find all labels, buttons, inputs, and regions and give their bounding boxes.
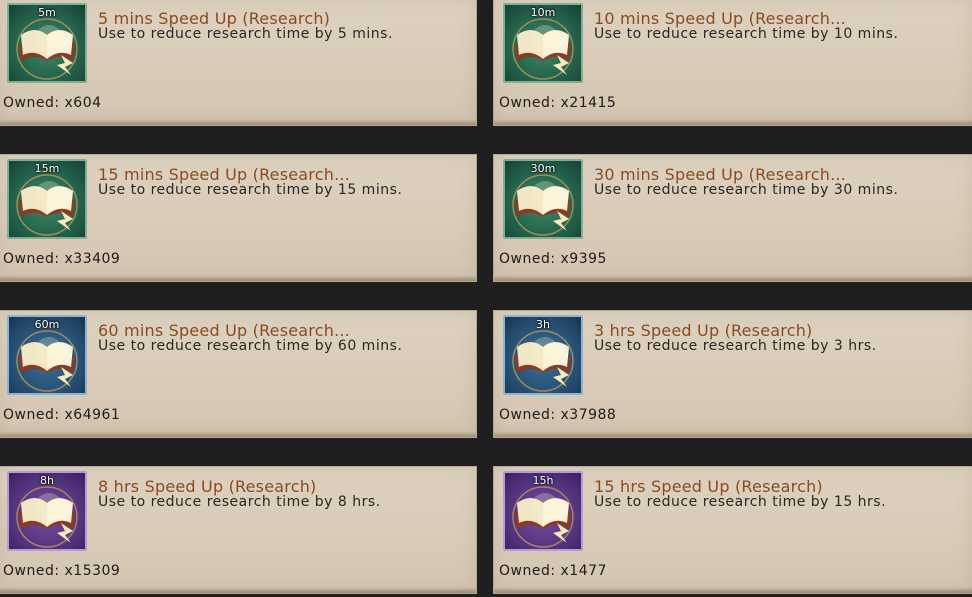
item-icon-frame: 15h — [503, 471, 583, 551]
owned-count: Owned: x64961 — [3, 407, 121, 423]
duration-badge: 15m — [34, 162, 60, 175]
item-description: Use to reduce research time by 5 mins. — [98, 26, 393, 42]
duration-badge: 8h — [40, 474, 54, 487]
item-icon-frame: 30m — [503, 159, 583, 239]
duration-badge: 30m — [530, 162, 556, 175]
owned-count: Owned: x37988 — [499, 407, 617, 423]
item-description: Use to reduce research time by 60 mins. — [98, 338, 403, 354]
owned-count: Owned: x9395 — [499, 251, 607, 267]
item-icon-frame: 15m — [7, 159, 87, 239]
item-description: Use to reduce research time by 8 hrs. — [98, 494, 381, 510]
item-card[interactable]: 60m 60 mins Speed Up (Research... Use to… — [0, 310, 477, 438]
item-icon-frame: 3h — [503, 315, 583, 395]
duration-badge: 3h — [536, 318, 550, 331]
item-description: Use to reduce research time by 30 mins. — [594, 182, 899, 198]
item-card[interactable]: 8h 8 hrs Speed Up (Research) Use to redu… — [0, 466, 477, 594]
item-card[interactable]: 15h 15 hrs Speed Up (Research) Use to re… — [493, 466, 972, 594]
item-card[interactable]: 5m 5 mins Speed Up (Research) Use to red… — [0, 0, 477, 126]
item-card[interactable]: 30m 30 mins Speed Up (Research... Use to… — [493, 154, 972, 282]
owned-count: Owned: x21415 — [499, 95, 617, 111]
item-card[interactable]: 15m 15 mins Speed Up (Research... Use to… — [0, 154, 477, 282]
duration-badge: 10m — [530, 6, 556, 19]
owned-count: Owned: x604 — [3, 95, 102, 111]
item-icon-frame: 60m — [7, 315, 87, 395]
item-description: Use to reduce research time by 10 mins. — [594, 26, 899, 42]
item-card[interactable]: 10m 10 mins Speed Up (Research... Use to… — [493, 0, 972, 126]
owned-count: Owned: x15309 — [3, 563, 121, 579]
item-description: Use to reduce research time by 3 hrs. — [594, 338, 877, 354]
owned-count: Owned: x1477 — [499, 563, 607, 579]
duration-badge: 15h — [532, 474, 554, 487]
item-icon-frame: 5m — [7, 3, 87, 83]
item-icon-frame: 10m — [503, 3, 583, 83]
duration-badge: 5m — [38, 6, 56, 19]
item-icon-frame: 8h — [7, 471, 87, 551]
duration-badge: 60m — [34, 318, 60, 331]
item-description: Use to reduce research time by 15 mins. — [98, 182, 403, 198]
item-description: Use to reduce research time by 15 hrs. — [594, 494, 887, 510]
speedup-item-grid: 5m 5 mins Speed Up (Research) Use to red… — [0, 0, 972, 597]
item-card[interactable]: 3h 3 hrs Speed Up (Research) Use to redu… — [493, 310, 972, 438]
owned-count: Owned: x33409 — [3, 251, 121, 267]
